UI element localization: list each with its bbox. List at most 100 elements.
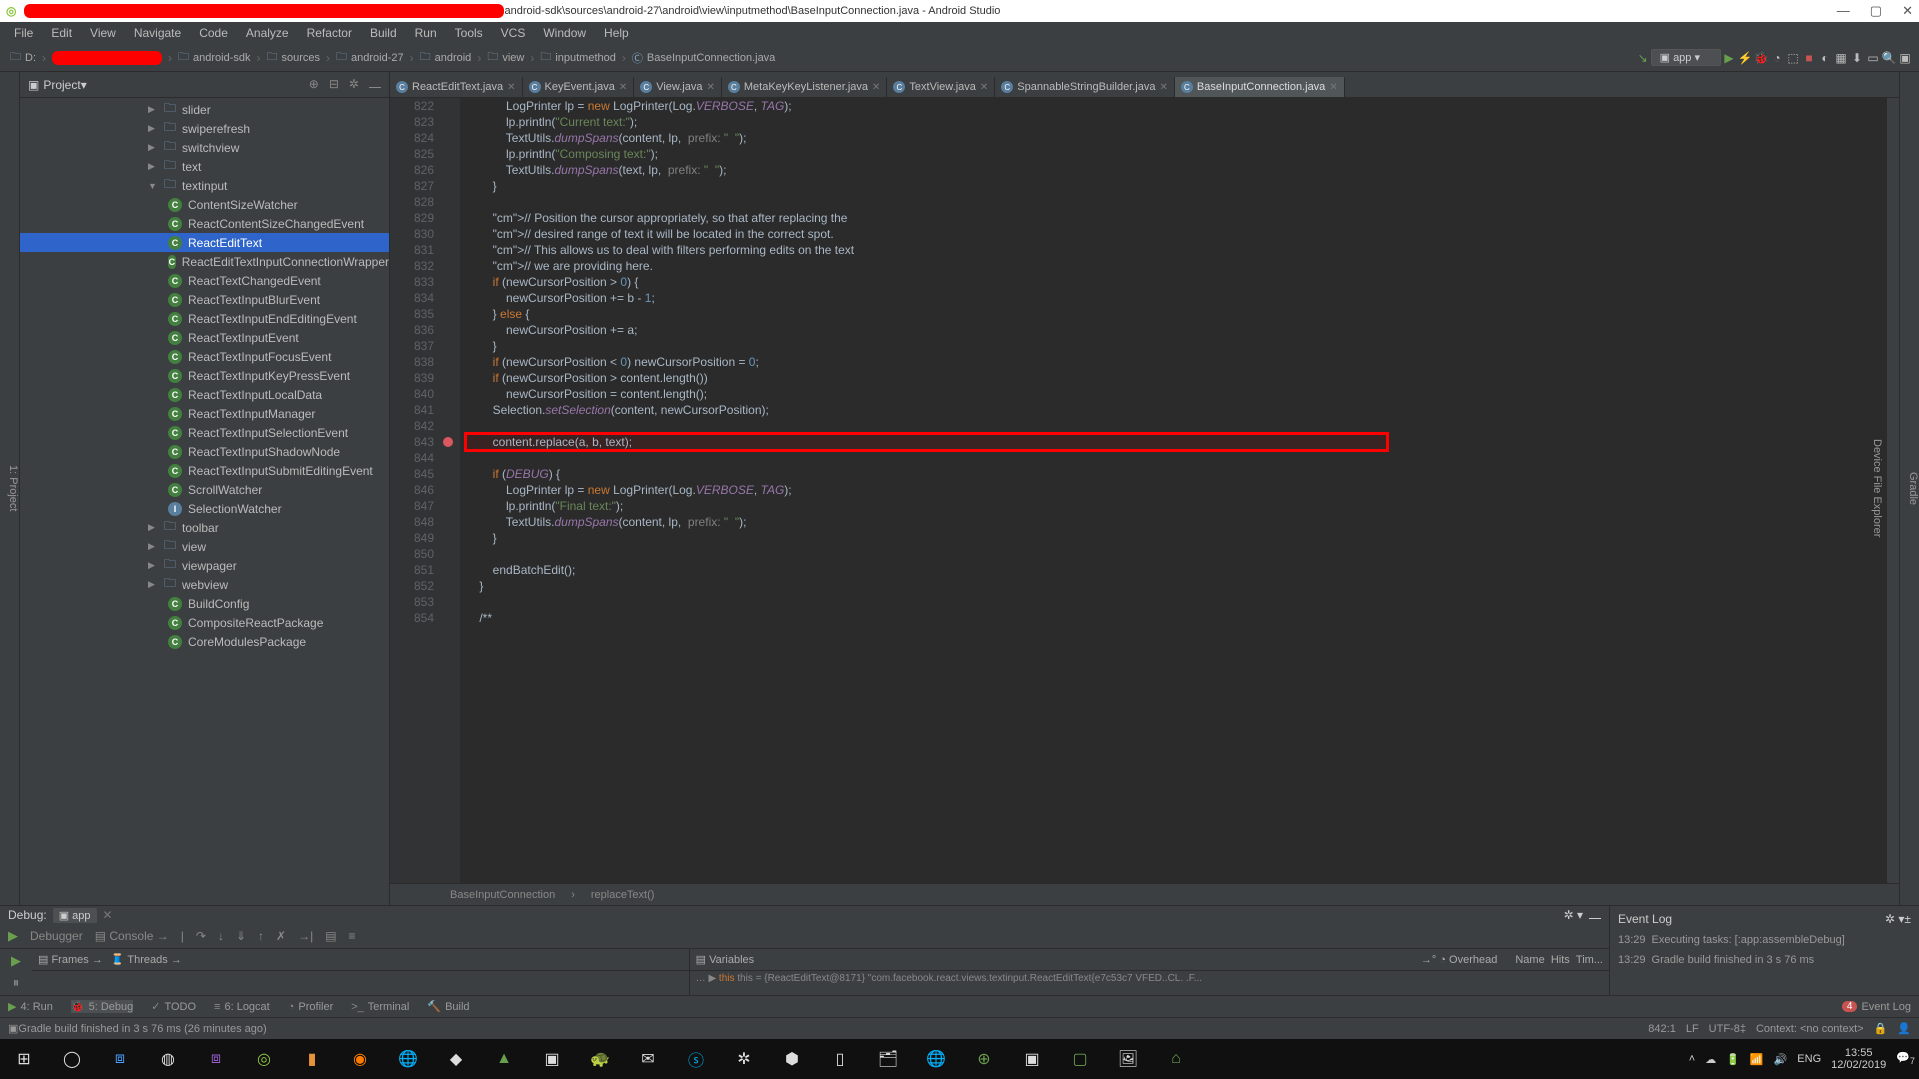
taskbar-app[interactable]: ▲ (484, 1043, 524, 1075)
project-tree[interactable]: ▶🗀slider▶🗀swiperefresh▶🗀switchview▶🗀text… (20, 98, 389, 905)
tree-class[interactable]: CReactTextInputEvent (20, 328, 389, 347)
taskbar-app[interactable]: ▮ (292, 1043, 332, 1075)
tree-folder[interactable]: ▶🗀toolbar (20, 518, 389, 537)
eventlog-gear-icon[interactable]: ✲ ▾ (1885, 912, 1904, 926)
menu-view[interactable]: View (82, 24, 124, 42)
taskbar-app[interactable]: ▯ (820, 1043, 860, 1075)
taskbar-app[interactable]: ⊕ (964, 1043, 1004, 1075)
tree-class[interactable]: ISelectionWatcher (20, 499, 389, 518)
breadcrumb-item[interactable]: 🗀android-sdk (174, 48, 254, 67)
close-tab-icon[interactable]: ✕ (1159, 82, 1167, 93)
breadcrumb-item[interactable]: 🗀sources (262, 48, 324, 67)
search-icon[interactable]: 🔍 (1881, 51, 1897, 65)
threads-tab[interactable]: 🧵 Threads → (111, 953, 182, 966)
menu-edit[interactable]: Edit (43, 24, 80, 42)
stop-icon[interactable]: ■ (1801, 51, 1817, 65)
close-tab-icon[interactable]: ✕ (707, 82, 715, 93)
bottom-tab[interactable]: ≡ 6: Logcat (214, 1000, 270, 1013)
breadcrumb-item[interactable]: 🗀android-27 (332, 48, 408, 67)
apply-changes-icon[interactable]: ⚡ (1737, 51, 1753, 65)
rerun-icon[interactable]: ▶ (8, 928, 18, 944)
breadcrumb-item[interactable]: ⒸBaseInputConnection.java (628, 50, 779, 66)
taskbar-app[interactable]: ◉ (340, 1043, 380, 1075)
tree-class[interactable]: CReactTextInputEndEditingEvent (20, 309, 389, 328)
tree-folder[interactable]: ▼🗀textinput (20, 176, 389, 195)
side-tab-gradle[interactable]: Gradle (1907, 472, 1919, 505)
tree-folder[interactable]: ▶🗀swiperefresh (20, 119, 389, 138)
taskbar-app[interactable]: ✉ (628, 1043, 668, 1075)
taskbar-app[interactable]: ⌂ (1156, 1043, 1196, 1075)
tray-battery-icon[interactable]: 🔋 (1726, 1053, 1740, 1066)
profile-icon[interactable]: ◔ (1769, 51, 1785, 65)
taskbar-app[interactable]: ⧈ (196, 1043, 236, 1075)
step-out-icon[interactable]: ↑ (258, 929, 264, 943)
attach-icon[interactable]: ⬚ (1785, 51, 1801, 65)
force-step-icon[interactable]: ⇓ (236, 929, 246, 943)
taskbar-app[interactable]: ▢ (1060, 1043, 1100, 1075)
run-to-cursor-icon[interactable]: →| (298, 929, 313, 943)
variables-tab[interactable]: ▤ Variables (696, 953, 755, 966)
breadcrumb-item[interactable]: 🗀inputmethod (536, 48, 620, 67)
help-icon[interactable]: ▣ (1897, 51, 1913, 65)
taskbar-app[interactable]: 🌐 (916, 1043, 956, 1075)
eventlog-hide-icon[interactable]: ± (1904, 912, 1911, 926)
taskbar-app[interactable]: ✲ (724, 1043, 764, 1075)
tree-class[interactable]: CReactTextInputSubmitEditingEvent (20, 461, 389, 480)
tree-class[interactable]: CReactTextInputManager (20, 404, 389, 423)
tray-sound-icon[interactable]: 🔊 (1774, 1053, 1788, 1066)
close-tab-icon[interactable]: ✕ (507, 82, 515, 93)
taskbar-app[interactable]: 🖼 (1108, 1043, 1148, 1075)
menu-navigate[interactable]: Navigate (126, 24, 189, 42)
line-separator[interactable]: LF (1686, 1023, 1699, 1035)
maximize-button[interactable]: ▢ (1870, 3, 1882, 19)
tree-folder[interactable]: ▶🗀view (20, 537, 389, 556)
tree-folder[interactable]: ▶🗀viewpager (20, 556, 389, 575)
breakpoint-gutter[interactable] (440, 98, 460, 883)
tree-class[interactable]: CReactEditTextInputConnectionWrapper (20, 252, 389, 271)
step-over-icon[interactable]: ↷ (196, 929, 206, 943)
taskbar-app[interactable]: ▣ (532, 1043, 572, 1075)
menu-build[interactable]: Build (362, 24, 405, 42)
taskbar-app[interactable]: 🗂 (868, 1043, 908, 1075)
menu-vcs[interactable]: VCS (493, 24, 534, 42)
eval-icon[interactable]: ▤ (325, 929, 336, 943)
locate-icon[interactable]: ⊟ (329, 77, 339, 92)
taskbar-app[interactable]: ⧈ (100, 1043, 140, 1075)
tree-class[interactable]: CReactTextInputSelectionEvent (20, 423, 389, 442)
breadcrumb-item[interactable] (48, 51, 166, 65)
breadcrumb-item[interactable]: 🗀D: (6, 48, 40, 67)
tree-folder[interactable]: ▶🗀text (20, 157, 389, 176)
hide-icon[interactable]: ⎼ (369, 77, 381, 92)
collapse-icon[interactable]: ⊕ (309, 77, 319, 92)
menu-analyze[interactable]: Analyze (238, 24, 297, 42)
editor-tab[interactable]: CView.java✕ (634, 77, 722, 97)
taskbar-app[interactable]: ▣ (1012, 1043, 1052, 1075)
tree-class[interactable]: CReactTextInputBlurEvent (20, 290, 389, 309)
side-tab-project[interactable]: 1: Project (7, 465, 19, 511)
tree-class[interactable]: CReactTextInputShadowNode (20, 442, 389, 461)
bottom-tab[interactable]: ▶ 4: Run (8, 1000, 53, 1013)
editor-tab[interactable]: CKeyEvent.java✕ (523, 77, 635, 97)
frames-tab[interactable]: ▤ Frames → (38, 953, 103, 966)
editor-tab[interactable]: CBaseInputConnection.java✕ (1175, 77, 1345, 97)
editor-tab[interactable]: CMetaKeyKeyListener.java✕ (722, 77, 888, 97)
minimize-panel-icon[interactable]: ⎼ (1589, 908, 1601, 923)
tree-class[interactable]: CContentSizeWatcher (20, 195, 389, 214)
close-button[interactable]: ✕ (1902, 3, 1913, 19)
tray-clock[interactable]: 13:55 12/02/2019 (1831, 1047, 1886, 1071)
gear-icon[interactable]: ✲ ▾ (1564, 908, 1583, 922)
taskbar-app[interactable]: ◆ (436, 1043, 476, 1075)
console-tab[interactable]: ▤ Console → (95, 929, 169, 943)
step-into-icon[interactable]: ↓ (218, 929, 224, 943)
menu-refactor[interactable]: Refactor (299, 24, 360, 42)
download-icon[interactable]: ⬇ (1849, 51, 1865, 65)
tree-class[interactable]: CReactTextInputLocalData (20, 385, 389, 404)
context-label[interactable]: Context: <no context> (1756, 1023, 1864, 1035)
breadcrumb-item[interactable]: 🗀view (483, 48, 528, 67)
code-content[interactable]: LogPrinter lp = new LogPrinter(Log.VERBO… (460, 98, 1887, 883)
bottom-tab[interactable]: 🐞 5: Debug (71, 1000, 133, 1013)
cortana-button[interactable]: ◯ (52, 1043, 92, 1075)
tray-notifications[interactable]: 💬7 (1896, 1051, 1915, 1066)
menu-window[interactable]: Window (535, 24, 594, 42)
editor-body[interactable]: 8228238248258268278288298308318328338348… (390, 98, 1899, 883)
